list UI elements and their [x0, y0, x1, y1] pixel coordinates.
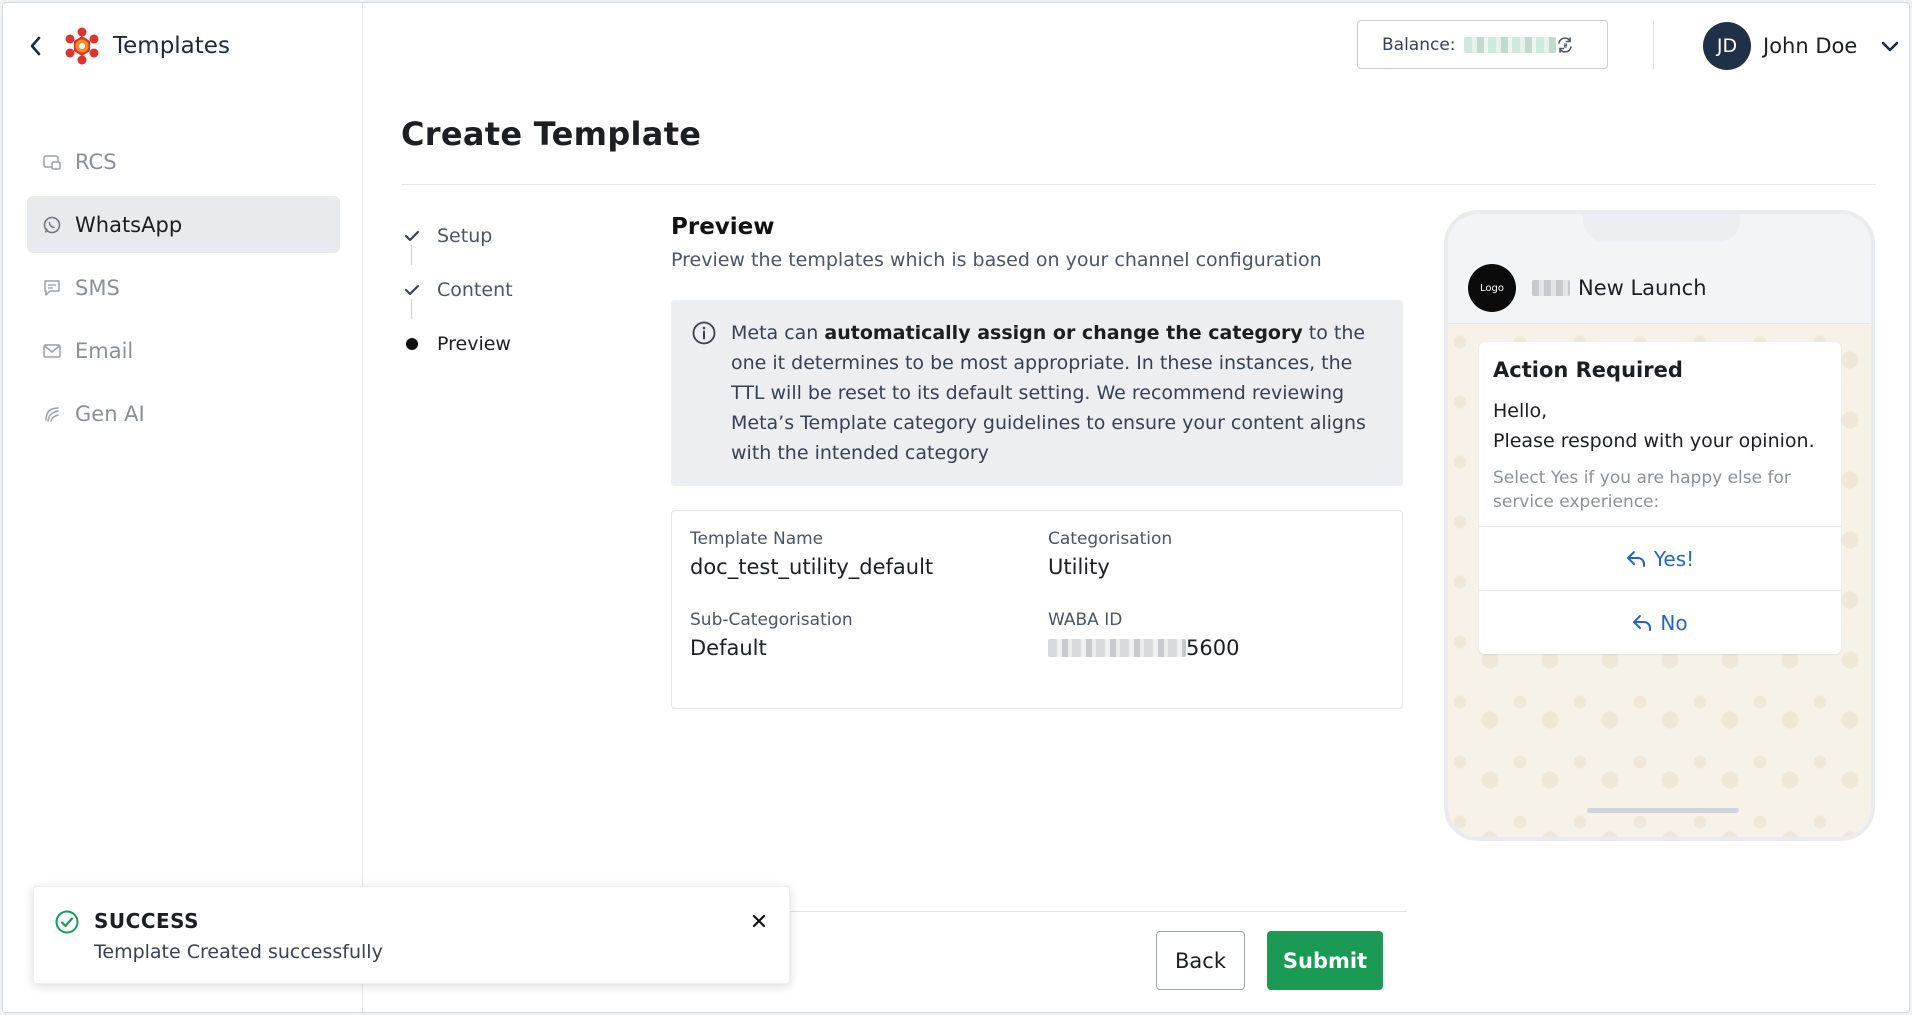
- back-button[interactable]: Back: [1156, 931, 1245, 990]
- header-divider: [1653, 21, 1654, 69]
- close-icon[interactable]: [747, 909, 771, 933]
- phone-notch: [1583, 214, 1740, 242]
- sidebar-item-whatsapp[interactable]: WhatsApp: [27, 196, 340, 253]
- detail-waba-id: WABA ID 5600: [1048, 610, 1240, 660]
- quick-reply-yes[interactable]: Yes!: [1479, 526, 1841, 590]
- balance-label: Balance:: [1382, 34, 1456, 55]
- step-setup[interactable]: Setup: [401, 209, 513, 263]
- message-bubble: Action Required Hello, Please respond wi…: [1479, 342, 1841, 654]
- sidebar-brand: Templates: [25, 25, 230, 67]
- category-info-alert: Meta can automatically assign or change …: [671, 300, 1403, 486]
- user-menu[interactable]: JD John Doe: [1703, 21, 1901, 71]
- quick-reply-no[interactable]: No: [1479, 590, 1841, 654]
- detail-sub-categorisation: Sub-Categorisation Default: [690, 610, 853, 660]
- avatar: JD: [1703, 22, 1751, 70]
- current-step-dot-icon: [401, 338, 423, 350]
- whatsapp-icon: [41, 214, 63, 236]
- preview-subtitle: Preview the templates which is based on …: [671, 249, 1322, 271]
- refresh-balance-icon[interactable]: [1555, 35, 1575, 55]
- waba-id-suffix: 5600: [1186, 636, 1240, 660]
- sender-logo: Logo: [1468, 264, 1516, 312]
- sidebar-item-label: RCS: [75, 149, 117, 174]
- message-footer: Select Yes if you are happy else for ser…: [1493, 468, 1791, 512]
- phone-home-indicator: [1587, 808, 1739, 813]
- sidebar-nav: RCS WhatsApp SMS Email Gen AI: [27, 133, 340, 448]
- template-details-card: Template Name doc_test_utility_default C…: [671, 510, 1403, 709]
- sms-icon: [41, 277, 63, 299]
- step-content[interactable]: Content: [401, 263, 513, 317]
- toast-title: SUCCESS: [94, 909, 200, 933]
- info-text: Meta can automatically assign or change …: [731, 322, 1366, 464]
- gen-ai-icon: [41, 403, 63, 425]
- reply-icon: [1626, 550, 1645, 567]
- email-icon: [41, 340, 63, 362]
- balance-box: Balance:: [1357, 20, 1608, 69]
- sidebar-item-rcs[interactable]: RCS: [27, 133, 340, 190]
- title-divider: [401, 184, 1876, 185]
- sidebar-item-gen-ai[interactable]: Gen AI: [27, 385, 340, 442]
- phone-preview: Logo New Launch Action Required Hello, P…: [1444, 210, 1875, 841]
- submit-button[interactable]: Submit: [1267, 931, 1383, 990]
- detail-categorisation: Categorisation Utility: [1048, 529, 1173, 579]
- message-header: Action Required: [1493, 358, 1683, 382]
- checkmark-icon: [401, 229, 423, 243]
- toast-message: Template Created successfully: [94, 941, 383, 963]
- detail-template-name: Template Name doc_test_utility_default: [690, 529, 934, 579]
- reply-icon: [1633, 614, 1652, 631]
- page-title: Create Template: [401, 115, 702, 153]
- success-toast: SUCCESS Template Created successfully: [33, 886, 790, 984]
- sidebar-item-email[interactable]: Email: [27, 322, 340, 379]
- preview-heading: Preview: [671, 214, 775, 240]
- chevron-down-icon[interactable]: [1879, 35, 1901, 57]
- sidebar-item-label: Gen AI: [75, 401, 145, 426]
- app-window: Templates RCS WhatsApp SMS Email Gen AI …: [2, 2, 1910, 1013]
- check-circle-icon: [54, 909, 80, 935]
- step-label: Preview: [437, 333, 511, 355]
- sidebar-item-label: WhatsApp: [75, 212, 183, 237]
- brand-logo-icon: [63, 27, 101, 65]
- sidebar-item-label: SMS: [75, 275, 120, 300]
- sidebar-item-label: Email: [75, 338, 134, 363]
- step-label: Content: [437, 279, 513, 301]
- stepper: Setup Content Preview: [401, 209, 513, 371]
- sidebar-item-sms[interactable]: SMS: [27, 259, 340, 316]
- rcs-icon: [41, 151, 63, 173]
- sidebar-title: Templates: [113, 33, 230, 59]
- balance-value-redacted: [1463, 36, 1556, 53]
- message-body: Hello, Please respond with your opinion.: [1493, 400, 1815, 452]
- sidebar: Templates RCS WhatsApp SMS Email Gen AI: [3, 3, 363, 1012]
- back-arrow-icon[interactable]: [25, 35, 47, 57]
- waba-id-redacted: [1048, 639, 1186, 657]
- info-icon: [691, 320, 717, 346]
- sender-name: New Launch: [1532, 276, 1707, 300]
- checkmark-icon: [401, 283, 423, 297]
- step-label: Setup: [437, 225, 493, 247]
- user-name: John Doe: [1763, 34, 1858, 58]
- sender-name-redacted: [1532, 280, 1570, 296]
- step-preview[interactable]: Preview: [401, 317, 513, 371]
